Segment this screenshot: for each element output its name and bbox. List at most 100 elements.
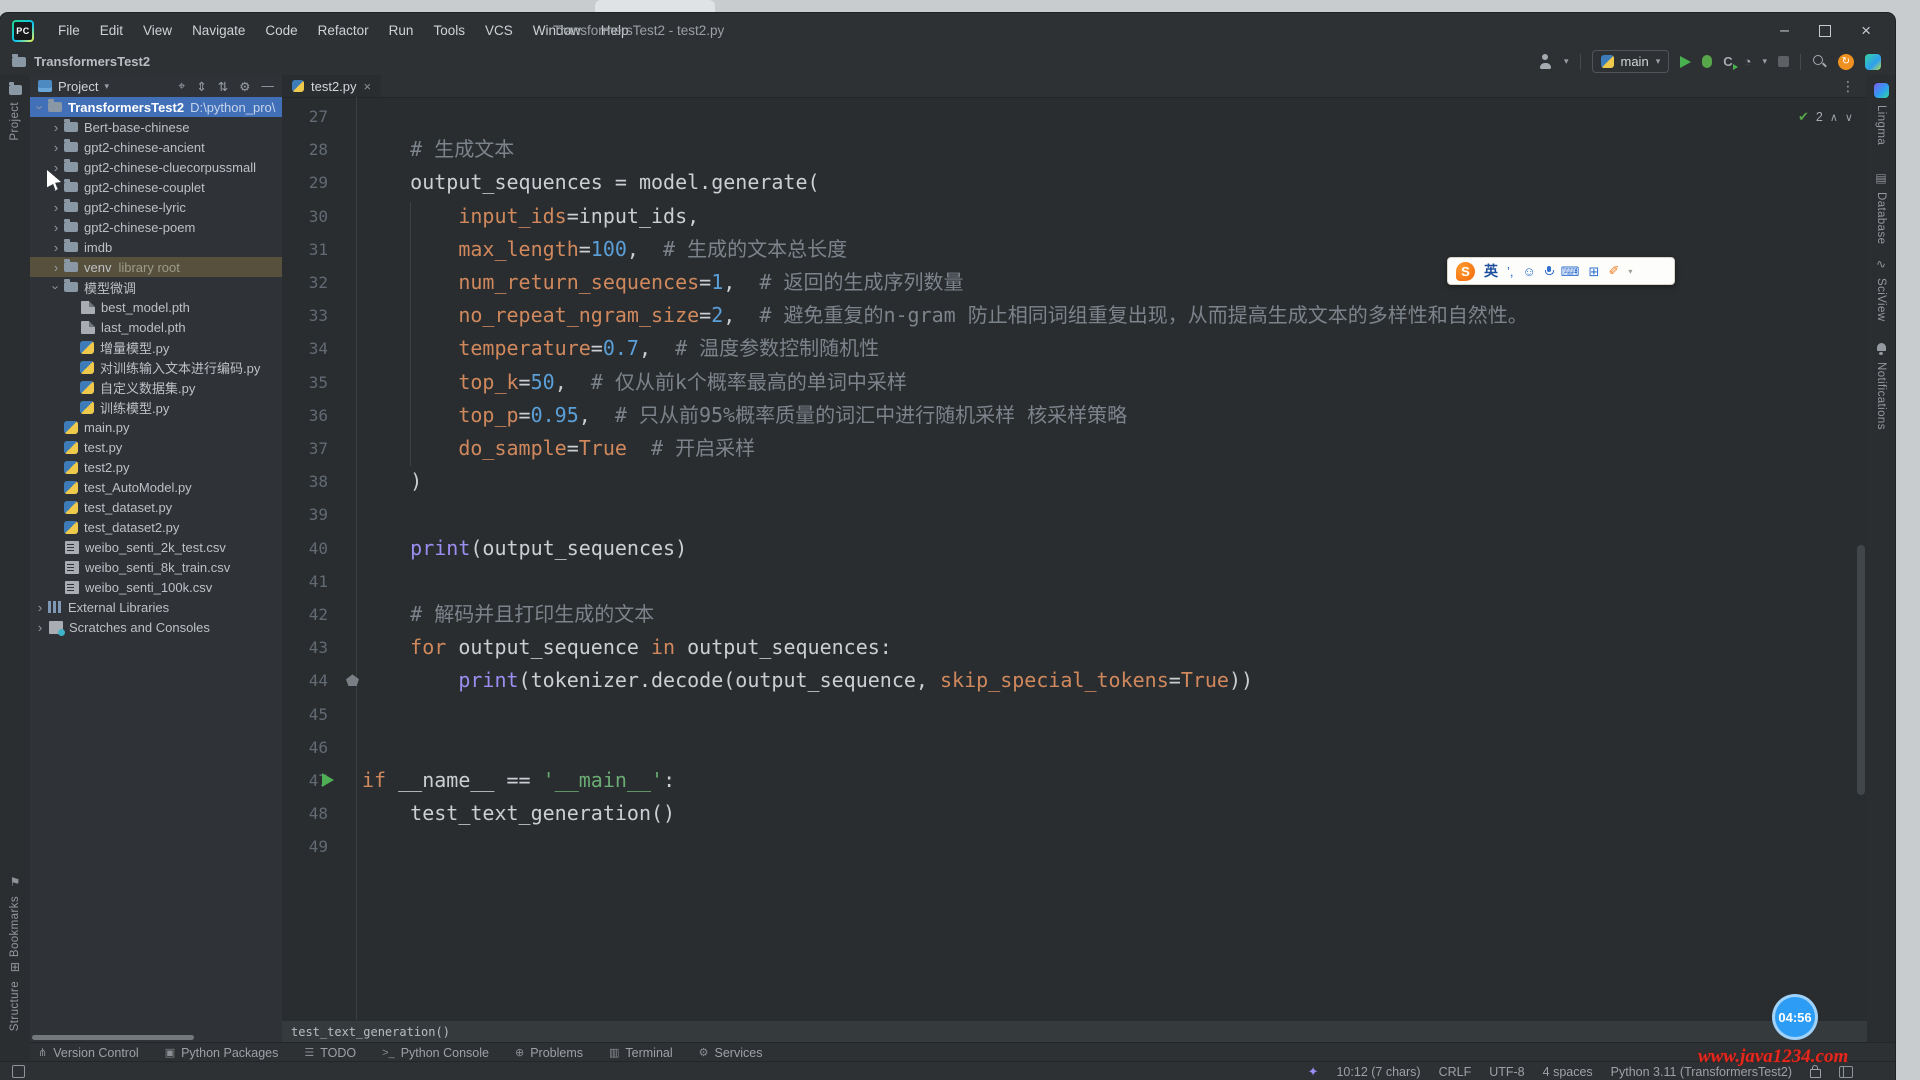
- line-number-37[interactable]: 37: [282, 432, 328, 465]
- stop-button[interactable]: [1778, 56, 1789, 67]
- sidebar-item-bookmarks[interactable]: ⚑ Bookmarks: [0, 875, 30, 957]
- tree-item-main-py[interactable]: main.py: [30, 417, 282, 437]
- line-number-43[interactable]: 43: [282, 631, 328, 664]
- tree-item-test-dataset-py[interactable]: test_dataset.py: [30, 497, 282, 517]
- line-number-35[interactable]: 35: [282, 366, 328, 399]
- run-button[interactable]: [1680, 56, 1691, 68]
- tree-item-venv[interactable]: ›venvlibrary root: [30, 257, 282, 277]
- caret-position[interactable]: 10:12 (7 chars): [1336, 1065, 1420, 1079]
- chevron-down-icon[interactable]: ▾: [1762, 56, 1767, 67]
- tree-item-scratches-and-consoles[interactable]: ›Scratches and Consoles: [30, 617, 282, 637]
- tree-item-gpt2-chinese-cluecorpussmall[interactable]: ›gpt2-chinese-cluecorpussmall: [30, 157, 282, 177]
- line-number-32[interactable]: 32: [282, 266, 328, 299]
- chevron-closed-icon[interactable]: ›: [32, 621, 48, 634]
- horizontal-scrollbar[interactable]: [32, 1035, 194, 1040]
- code-line-38[interactable]: ): [362, 465, 422, 498]
- tool-window-version-control[interactable]: ⋔Version Control: [38, 1046, 139, 1060]
- chevron-closed-icon[interactable]: ›: [48, 201, 64, 214]
- tree-item-best-model-pth[interactable]: best_model.pth: [30, 297, 282, 317]
- search-everywhere-icon[interactable]: [1812, 54, 1827, 69]
- keyboard-icon[interactable]: ⌨: [1561, 265, 1580, 278]
- vertical-scrollbar[interactable]: [1857, 545, 1865, 795]
- line-number-30[interactable]: 30: [282, 200, 328, 233]
- chevron-down-icon[interactable]: ▾: [104, 81, 109, 92]
- tool-window-todo[interactable]: ☰TODO: [304, 1046, 356, 1060]
- tree-item-gpt2-chinese-poem[interactable]: ›gpt2-chinese-poem: [30, 217, 282, 237]
- tree-item-bert-base-chinese[interactable]: ›Bert-base-chinese: [30, 117, 282, 137]
- lock-icon[interactable]: [1810, 1069, 1821, 1078]
- tree-item-gpt2-chinese-lyric[interactable]: ›gpt2-chinese-lyric: [30, 197, 282, 217]
- line-number-49[interactable]: 49: [282, 830, 328, 863]
- code-line-43[interactable]: for output_sequence in output_sequences:: [362, 631, 892, 664]
- profiler-button[interactable]: ◔: [1744, 54, 1752, 69]
- chevron-closed-icon[interactable]: ›: [48, 121, 64, 134]
- line-number-48[interactable]: 48: [282, 797, 328, 830]
- line-number-31[interactable]: 31: [282, 233, 328, 266]
- menu-item-refactor[interactable]: Refactor: [308, 23, 379, 38]
- tab-options-icon[interactable]: ⋮: [1841, 78, 1867, 95]
- code-line-32[interactable]: num_return_sequences=1, # 返回的生成序列数量: [362, 266, 963, 299]
- tree-item-last-model-pth[interactable]: last_model.pth: [30, 317, 282, 337]
- menu-item-navigate[interactable]: Navigate: [182, 23, 255, 38]
- tree-item-item[interactable]: ›模型微调: [30, 277, 282, 297]
- sidebar-item-notifications[interactable]: Notifications: [1867, 343, 1895, 430]
- chevron-closed-icon[interactable]: ›: [48, 241, 64, 254]
- gear-icon[interactable]: ⚙: [239, 79, 250, 94]
- sidebar-item-structure[interactable]: ⊞ Structure: [0, 960, 30, 1031]
- tool-window-terminal[interactable]: ▥Terminal: [609, 1046, 673, 1060]
- line-number-45[interactable]: 45: [282, 698, 328, 731]
- next-problem-icon[interactable]: ∨: [1845, 111, 1853, 124]
- tree-item-imdb[interactable]: ›imdb: [30, 237, 282, 257]
- line-number-36[interactable]: 36: [282, 399, 328, 432]
- chevron-closed-icon[interactable]: ›: [48, 141, 64, 154]
- prev-problem-icon[interactable]: ∧: [1830, 111, 1838, 124]
- close-button[interactable]: ×: [1861, 21, 1871, 41]
- code-line-36[interactable]: top_p=0.95, # 只从前95%概率质量的词汇中进行随机采样 核采样策略: [362, 399, 1127, 432]
- line-number-40[interactable]: 40: [282, 532, 328, 565]
- line-number-42[interactable]: 42: [282, 598, 328, 631]
- tool-window-python-console[interactable]: >_Python Console: [382, 1046, 489, 1060]
- sidebar-item-lingma[interactable]: Lingma: [1867, 83, 1895, 145]
- code-line-40[interactable]: print(output_sequences): [362, 532, 687, 565]
- tree-item-py[interactable]: 对训练输入文本进行编码.py: [30, 357, 282, 377]
- tree-item-py[interactable]: 增量模型.py: [30, 337, 282, 357]
- line-number-44[interactable]: 44: [282, 664, 328, 697]
- code-line-28[interactable]: # 生成文本: [362, 133, 514, 166]
- sidebar-item-database[interactable]: ▤Database: [1867, 171, 1895, 244]
- inspection-widget[interactable]: ✔ 2 ∧ ∨: [1798, 109, 1853, 125]
- ai-assistant-icon[interactable]: ✦: [1308, 1064, 1319, 1080]
- code-line-30[interactable]: input_ids=input_ids,: [362, 200, 699, 233]
- tool-window-services[interactable]: ⚙Services: [699, 1046, 763, 1060]
- line-number-38[interactable]: 38: [282, 465, 328, 498]
- tool-window-python-packages[interactable]: ▣Python Packages: [165, 1046, 279, 1060]
- assistant-icon[interactable]: [1865, 54, 1881, 70]
- locate-file-icon[interactable]: ⌖: [178, 79, 185, 94]
- emoji-icon[interactable]: ☺: [1523, 265, 1536, 278]
- tree-item-py[interactable]: 自定义数据集.py: [30, 377, 282, 397]
- menu-item-run[interactable]: Run: [379, 23, 424, 38]
- menu-item-tools[interactable]: Tools: [423, 23, 475, 38]
- tree-item-test2-py[interactable]: test2.py: [30, 457, 282, 477]
- menu-item-edit[interactable]: Edit: [90, 23, 133, 38]
- chevron-open-icon[interactable]: ›: [34, 99, 47, 115]
- code-line-34[interactable]: temperature=0.7, # 温度参数控制随机性: [362, 332, 879, 365]
- line-ending[interactable]: CRLF: [1439, 1065, 1472, 1079]
- menu-item-file[interactable]: File: [48, 23, 90, 38]
- pycharm-logo-icon[interactable]: PC: [12, 20, 34, 42]
- run-config-selector[interactable]: main ▾: [1592, 50, 1670, 73]
- brush-icon[interactable]: ✐: [1608, 263, 1619, 279]
- chevron-closed-icon[interactable]: ›: [48, 161, 64, 174]
- maximize-button[interactable]: [1819, 25, 1831, 37]
- breadcrumb[interactable]: TransformersTest2: [34, 54, 150, 69]
- code-line-31[interactable]: max_length=100, # 生成的文本总长度: [362, 233, 847, 266]
- tab-test2py[interactable]: test2.py ×: [282, 75, 381, 97]
- mic-icon[interactable]: [1545, 266, 1552, 277]
- tree-item-test-automodel-py[interactable]: test_AutoModel.py: [30, 477, 282, 497]
- tool-window-problems[interactable]: ⊕Problems: [515, 1046, 583, 1060]
- update-icon[interactable]: ↻: [1838, 54, 1854, 70]
- sidebar-item-sciview[interactable]: ∿SciView: [1867, 257, 1895, 322]
- sogou-logo-icon[interactable]: S: [1456, 262, 1475, 281]
- project-view-selector[interactable]: Project: [58, 79, 98, 94]
- tree-item-test-py[interactable]: test.py: [30, 437, 282, 457]
- file-encoding[interactable]: UTF-8: [1489, 1065, 1524, 1079]
